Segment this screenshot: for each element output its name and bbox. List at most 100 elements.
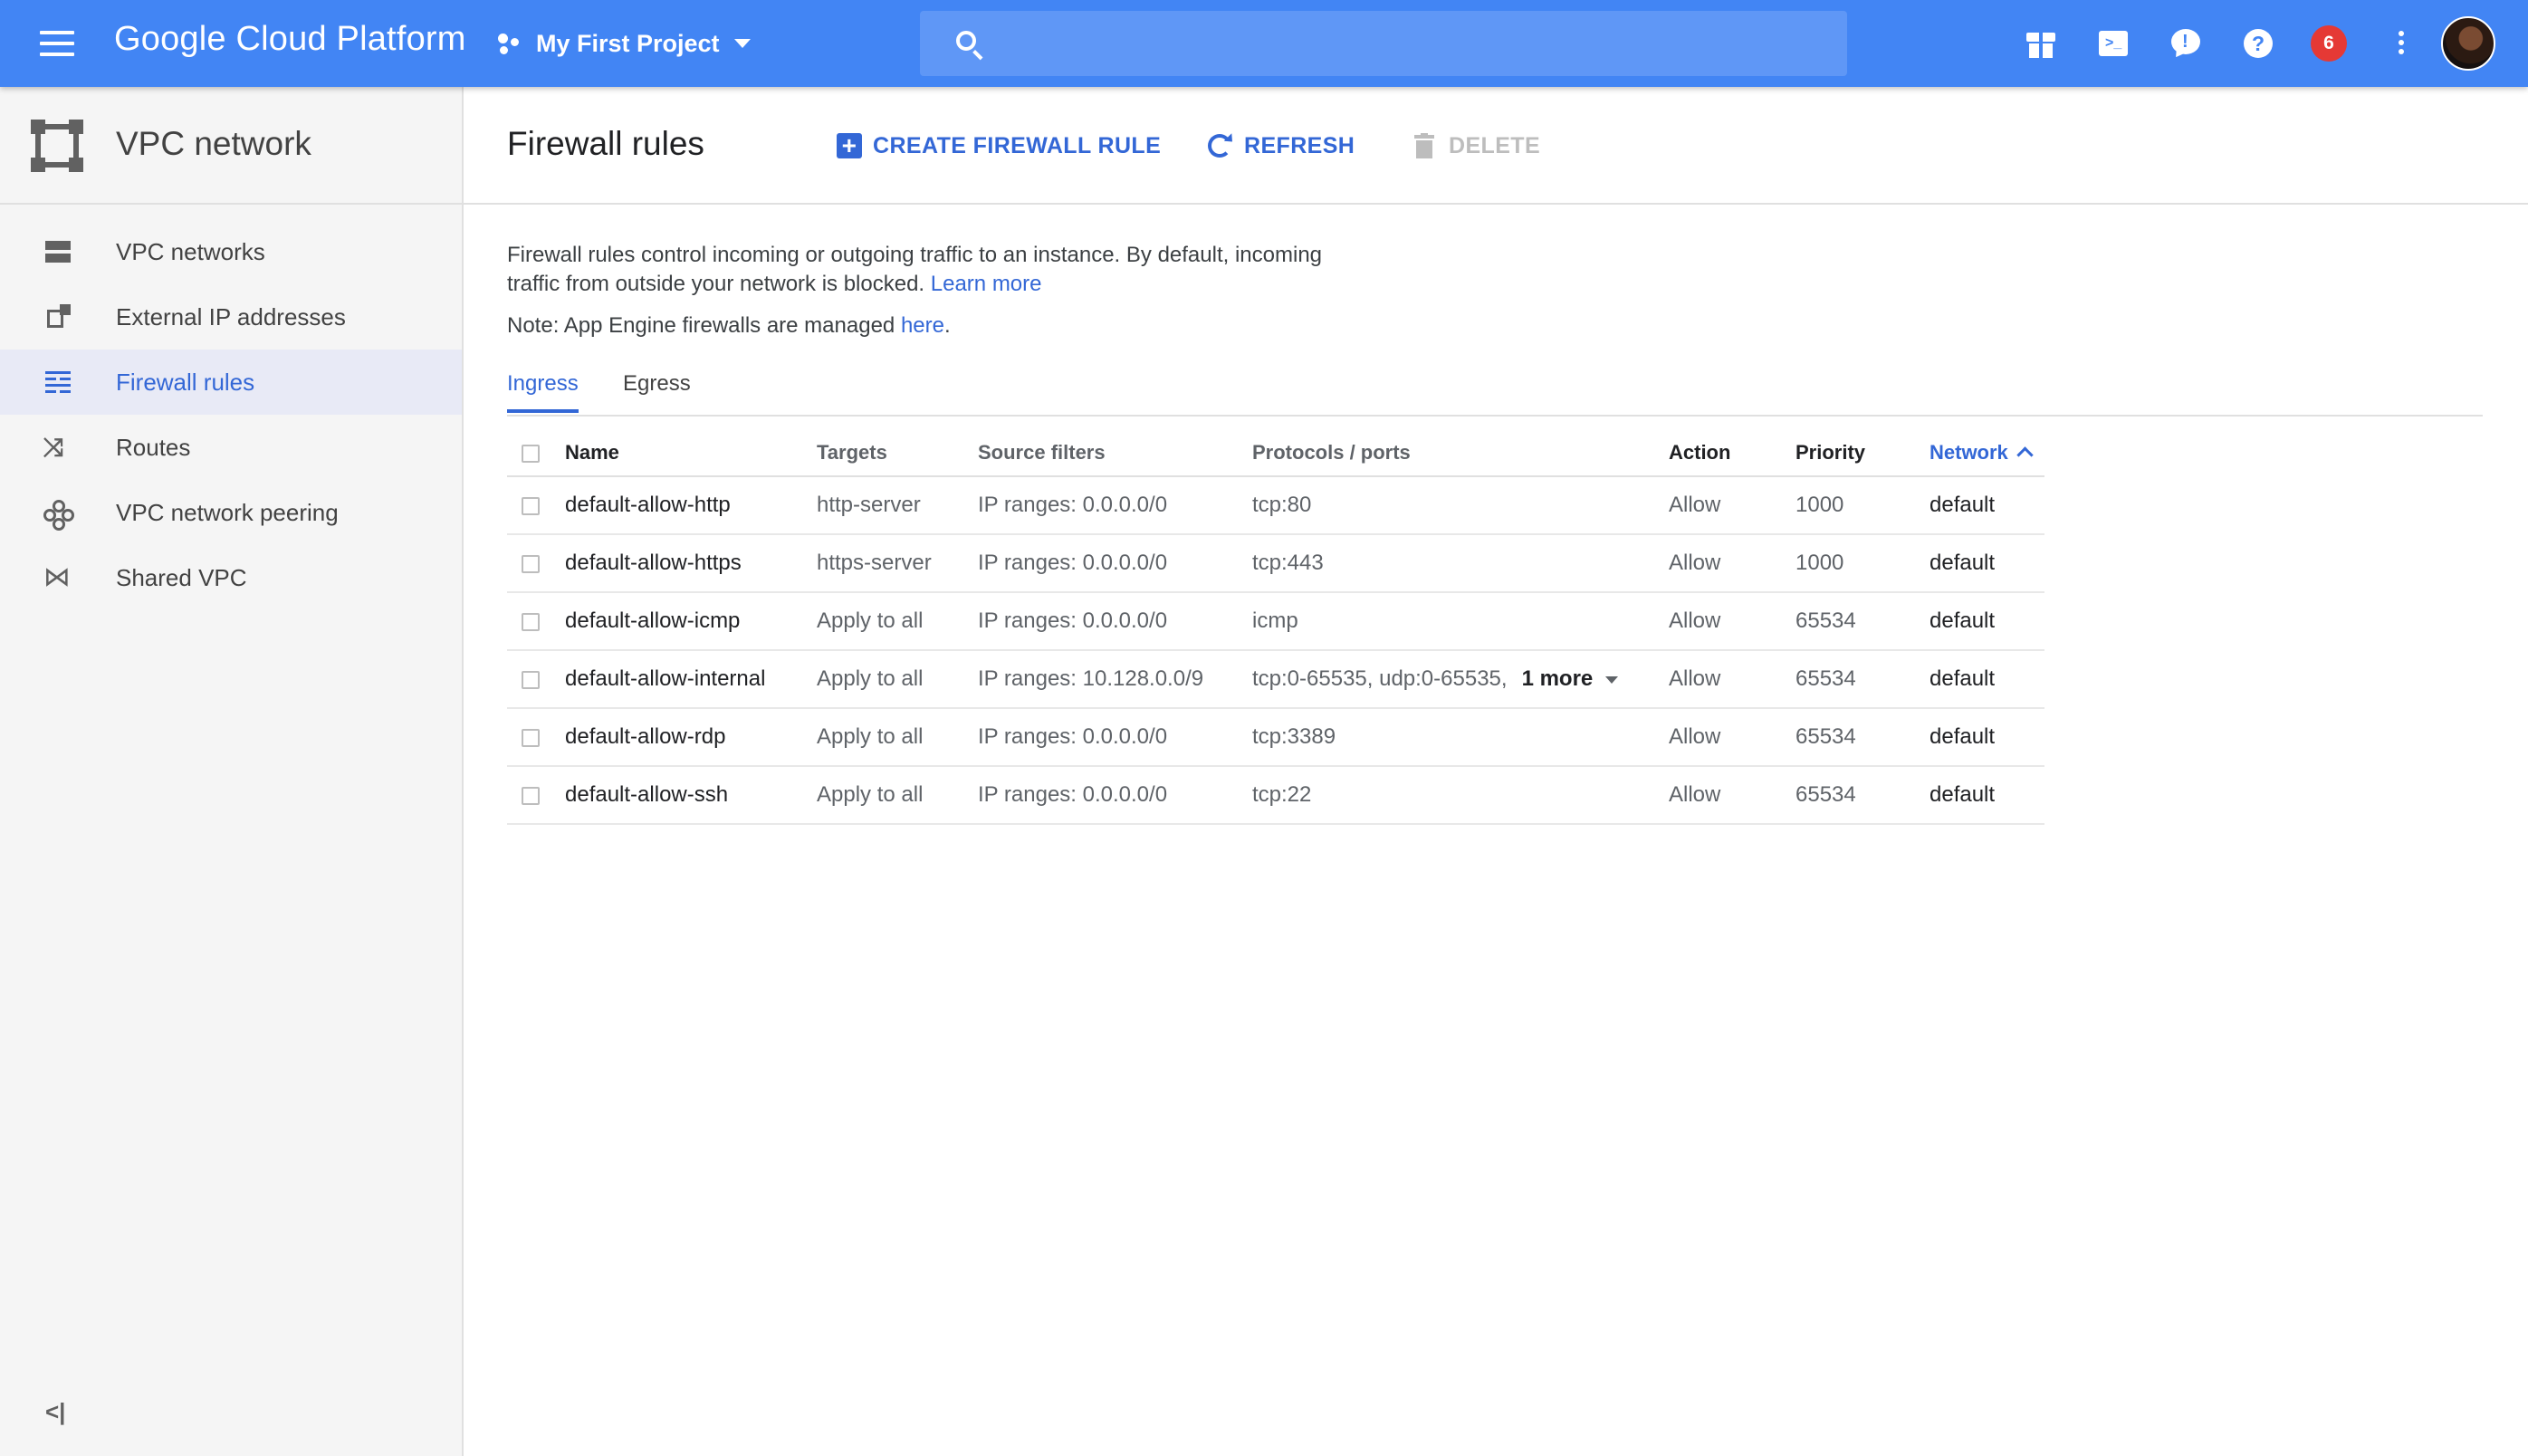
row-checkbox[interactable] — [522, 728, 540, 747]
rule-name-link[interactable]: default-allow-internal — [565, 650, 817, 708]
sidebar-item-label: Routes — [116, 433, 191, 461]
priority-cell: 65534 — [1795, 782, 1856, 807]
rule-name-link[interactable]: default-allow-http — [565, 476, 817, 534]
table-row[interactable]: default-allow-internal Apply to all IP r… — [507, 650, 2044, 708]
more-vert-icon[interactable] — [2392, 27, 2410, 60]
gift-icon[interactable] — [2025, 27, 2057, 60]
row-checkbox[interactable] — [522, 612, 540, 631]
targets-cell: Apply to all — [817, 608, 924, 633]
table-row[interactable]: default-allow-https https-server IP rang… — [507, 534, 2044, 592]
collapse-sidebar-icon[interactable]: <| — [45, 1398, 65, 1426]
product-name[interactable]: Google Cloud Platform — [114, 20, 466, 59]
search-input[interactable] — [1001, 11, 1820, 78]
targets-cell: https-server — [817, 551, 932, 575]
column-header-priority[interactable]: Priority — [1795, 415, 1930, 476]
rule-name-link[interactable]: default-allow-https — [565, 534, 817, 592]
table-row[interactable]: default-allow-rdp Apply to all IP ranges… — [507, 708, 2044, 766]
learn-more-link[interactable]: Learn more — [931, 272, 1042, 296]
chevron-down-icon — [733, 39, 751, 48]
vpc-network-logo-icon — [31, 120, 83, 172]
search-bar[interactable] — [920, 11, 1847, 78]
more-label: 1 more — [1521, 666, 1594, 691]
search-icon — [956, 31, 976, 51]
rule-name-link[interactable]: default-allow-icmp — [565, 592, 817, 650]
source-filters-cell: IP ranges: 0.0.0.0/0 — [978, 608, 1168, 633]
priority-cell: 65534 — [1795, 724, 1856, 749]
show-more-protocols-button[interactable]: 1 more — [1522, 666, 1619, 691]
action-cell: Allow — [1669, 782, 1721, 807]
sidebar-item-vpc-networks[interactable]: VPC networks — [0, 219, 462, 284]
delete-button[interactable]: DELETE — [1414, 130, 1540, 161]
select-all-checkbox[interactable] — [522, 445, 540, 464]
cloud-shell-icon[interactable]: >_ — [2097, 27, 2130, 60]
create-firewall-rule-button[interactable]: + CREATE FIREWALL RULE — [837, 130, 1161, 161]
targets-cell: Apply to all — [817, 666, 924, 691]
column-header-network[interactable]: Network — [1930, 415, 2044, 476]
main-content: Firewall rules + CREATE FIREWALL RULE RE… — [464, 87, 2528, 1456]
here-link[interactable]: here — [901, 313, 944, 338]
firewall-description: Firewall rules control incoming or outgo… — [507, 241, 1322, 299]
column-header-protocols-ports[interactable]: Protocols / ports — [1252, 415, 1669, 476]
table-row[interactable]: default-allow-http http-server IP ranges… — [507, 476, 2044, 534]
row-checkbox[interactable] — [522, 496, 540, 515]
page-header: Firewall rules + CREATE FIREWALL RULE RE… — [464, 87, 2528, 205]
protocols-cell: tcp:80 — [1252, 476, 1669, 534]
source-filters-cell: IP ranges: 0.0.0.0/0 — [978, 551, 1168, 575]
sort-ascending-icon — [2016, 446, 2034, 464]
hamburger-menu-icon[interactable] — [36, 25, 78, 62]
refresh-button[interactable]: REFRESH — [1208, 130, 1355, 161]
delete-label: DELETE — [1449, 132, 1541, 158]
row-checkbox[interactable] — [522, 554, 540, 573]
project-selector[interactable]: My First Project — [496, 24, 751, 63]
column-header-action[interactable]: Action — [1669, 415, 1795, 476]
protocols-text: tcp:22 — [1252, 782, 1312, 807]
table-header-row: Name Targets Source filters Protocols / … — [507, 415, 2044, 476]
column-header-source-filters[interactable]: Source filters — [978, 415, 1252, 476]
help-icon[interactable]: ? — [2242, 27, 2274, 60]
app-engine-note: Note: App Engine firewalls are managed h… — [507, 313, 951, 339]
sidebar-item-firewall-rules[interactable]: Firewall rules — [0, 350, 462, 415]
sidebar-item-label: External IP addresses — [116, 302, 346, 330]
sidebar-item-shared-vpc[interactable]: ⋈ Shared VPC — [0, 545, 462, 610]
row-checkbox[interactable] — [522, 670, 540, 689]
column-header-name[interactable]: Name — [565, 415, 817, 476]
refresh-label: REFRESH — [1244, 132, 1355, 158]
rule-name-link[interactable]: default-allow-ssh — [565, 766, 817, 824]
avatar[interactable] — [2441, 16, 2495, 71]
network-cell: default — [1930, 608, 1996, 633]
table-row[interactable]: default-allow-icmp Apply to all IP range… — [507, 592, 2044, 650]
firewall-rules-table: Name Targets Source filters Protocols / … — [507, 415, 2044, 825]
feedback-icon[interactable]: ! — [2169, 27, 2202, 61]
action-cell: Allow — [1669, 666, 1721, 691]
notifications-badge[interactable]: 6 — [2311, 25, 2347, 62]
action-cell: Allow — [1669, 724, 1721, 749]
sidebar-item-vpc-peering[interactable]: VPC network peering — [0, 480, 462, 545]
project-name: My First Project — [536, 29, 720, 57]
tab-egress[interactable]: Egress — [623, 371, 691, 413]
source-filters-cell: IP ranges: 0.0.0.0/0 — [978, 782, 1168, 807]
tab-ingress[interactable]: Ingress — [507, 371, 579, 413]
protocols-cell: tcp:3389 — [1252, 708, 1669, 766]
routes-icon: ⤨ — [43, 433, 64, 461]
sidebar-title: VPC network — [116, 125, 311, 162]
direction-tabs: Ingress Egress — [507, 362, 2483, 417]
table-row[interactable]: default-allow-ssh Apply to all IP ranges… — [507, 766, 2044, 824]
source-filters-cell: IP ranges: 10.128.0.0/9 — [978, 666, 1204, 691]
row-checkbox[interactable] — [522, 786, 540, 805]
protocols-text: icmp — [1252, 608, 1298, 633]
targets-cell: Apply to all — [817, 782, 924, 807]
sidebar: VPC network VPC networks External IP add… — [0, 87, 464, 1456]
sidebar-header: VPC network — [0, 87, 462, 205]
priority-cell: 65534 — [1795, 666, 1856, 691]
protocols-text: tcp:443 — [1252, 551, 1324, 575]
shared-vpc-icon: ⋈ — [43, 562, 71, 592]
sidebar-item-external-ip[interactable]: External IP addresses — [0, 284, 462, 350]
protocols-cell: tcp:443 — [1252, 534, 1669, 592]
priority-cell: 65534 — [1795, 608, 1856, 633]
sidebar-item-label: Shared VPC — [116, 563, 247, 591]
network-cell: default — [1930, 724, 1996, 749]
sidebar-item-routes[interactable]: ⤨ Routes — [0, 415, 462, 480]
column-header-targets[interactable]: Targets — [817, 415, 978, 476]
vpc-networks-icon — [43, 239, 72, 264]
rule-name-link[interactable]: default-allow-rdp — [565, 708, 817, 766]
